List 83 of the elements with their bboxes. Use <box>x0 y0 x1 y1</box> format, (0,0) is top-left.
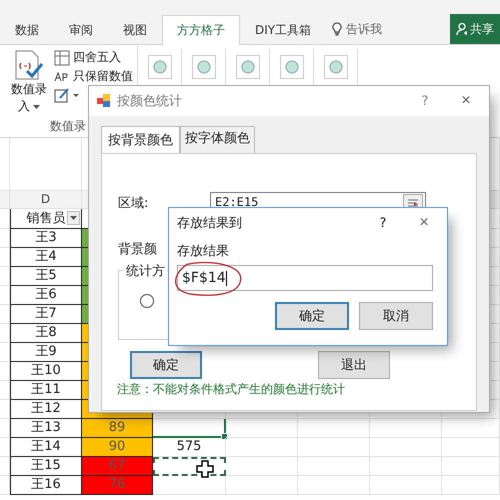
empty-cell <box>442 476 500 495</box>
empty-cell <box>298 476 370 495</box>
empty-cell <box>226 476 298 495</box>
empty-cell <box>0 457 10 476</box>
result-cell: 575 <box>153 438 226 457</box>
lightbulb-icon <box>332 22 342 36</box>
field-label: 存放结果 <box>176 243 230 260</box>
empty-cell <box>298 438 370 457</box>
empty-cell <box>0 324 10 343</box>
empty-cell <box>298 419 370 438</box>
help-button[interactable]: ? <box>405 94 445 108</box>
empty-cell <box>226 438 298 457</box>
ribbon-tab[interactable]: 方方格子 <box>162 15 240 45</box>
dialog-title: 存放结果到 <box>177 215 243 232</box>
empty-cell <box>0 362 10 381</box>
ribbon-tab[interactable]: DIY工具箱 <box>240 15 326 45</box>
circle-icon <box>152 60 166 74</box>
empty-cell <box>0 476 10 495</box>
empty-cell <box>370 419 442 438</box>
empty-cell <box>0 248 10 267</box>
range-label: 区域: <box>118 195 148 212</box>
filter-dropdown-icon[interactable] <box>67 211 80 225</box>
empty-cell <box>370 457 442 476</box>
column-header[interactable] <box>0 191 10 209</box>
person-add-icon <box>456 22 467 36</box>
method-label: 统计方 <box>124 262 167 280</box>
table-icon <box>54 50 70 66</box>
share-button[interactable]: 共享 <box>450 14 500 44</box>
empty-cell <box>442 457 500 476</box>
result-field[interactable]: $F$14 <box>177 265 433 291</box>
color-cell: 67 <box>82 457 153 476</box>
empty-cell <box>226 457 298 476</box>
circle-icon <box>196 60 210 74</box>
dialog-button[interactable]: 取消 <box>359 302 433 330</box>
empty-cell <box>0 286 10 305</box>
color-cell: 76 <box>82 476 153 495</box>
empty-cell <box>370 476 442 495</box>
color-cell: 89 <box>82 419 153 438</box>
caret-icon <box>33 104 40 108</box>
empty-cell <box>442 419 500 438</box>
empty-cell <box>298 457 370 476</box>
keep-values-button[interactable]: 只保留数值 <box>54 68 133 85</box>
group-label: 数值录 <box>50 118 86 135</box>
ribbon-tab[interactable]: 数据 <box>0 15 54 45</box>
empty-cell <box>0 419 10 438</box>
empty-cell <box>0 305 10 324</box>
radio-button[interactable] <box>140 294 154 308</box>
dialog-tab[interactable]: 按字体颜色 <box>180 126 255 153</box>
app-icon <box>97 94 111 108</box>
dialog-button[interactable]: 确定 <box>130 351 202 379</box>
empty-cell <box>0 438 10 457</box>
dialog-tab[interactable]: 按背景颜色 <box>101 126 180 153</box>
empty-cell <box>0 381 10 400</box>
tell-me-search[interactable]: 告诉我 <box>346 20 382 38</box>
header-text: 销售员 <box>26 210 66 228</box>
ribbon-tab[interactable]: 视图 <box>108 15 162 45</box>
cursor-cross-icon <box>196 460 214 478</box>
empty-cell <box>0 400 10 419</box>
number-entry-button[interactable]: 数值录 入 <box>8 49 50 137</box>
dialog-title: 按颜色统计 <box>117 93 183 110</box>
abc-icon <box>54 72 70 82</box>
dialog-button[interactable]: 确定 <box>275 302 349 330</box>
circle-icon <box>240 60 254 74</box>
edit-icon[interactable] <box>54 87 80 103</box>
empty-cell <box>0 343 10 362</box>
empty-cell <box>0 267 10 286</box>
empty-cell <box>0 229 10 248</box>
column-header[interactable]: D <box>10 191 82 209</box>
close-button[interactable]: × <box>409 214 439 232</box>
note-text: 注意：不能对条件格式产生的颜色进行统计 <box>117 381 345 398</box>
color-label: 背景颜 <box>118 241 157 258</box>
circle-icon <box>328 60 342 74</box>
round-button[interactable]: 四舍五入 <box>54 49 133 66</box>
help-button[interactable]: ? <box>363 216 403 230</box>
empty-cell <box>226 419 298 438</box>
color-cell: 90 <box>82 438 153 457</box>
empty-cell <box>442 438 500 457</box>
circle-icon <box>284 60 298 74</box>
dialog-button[interactable]: 退出 <box>318 351 390 379</box>
empty-cell <box>370 438 442 457</box>
document-check-icon <box>13 49 45 81</box>
close-button[interactable]: × <box>451 92 481 110</box>
ribbon-tab[interactable]: 审阅 <box>54 15 108 45</box>
